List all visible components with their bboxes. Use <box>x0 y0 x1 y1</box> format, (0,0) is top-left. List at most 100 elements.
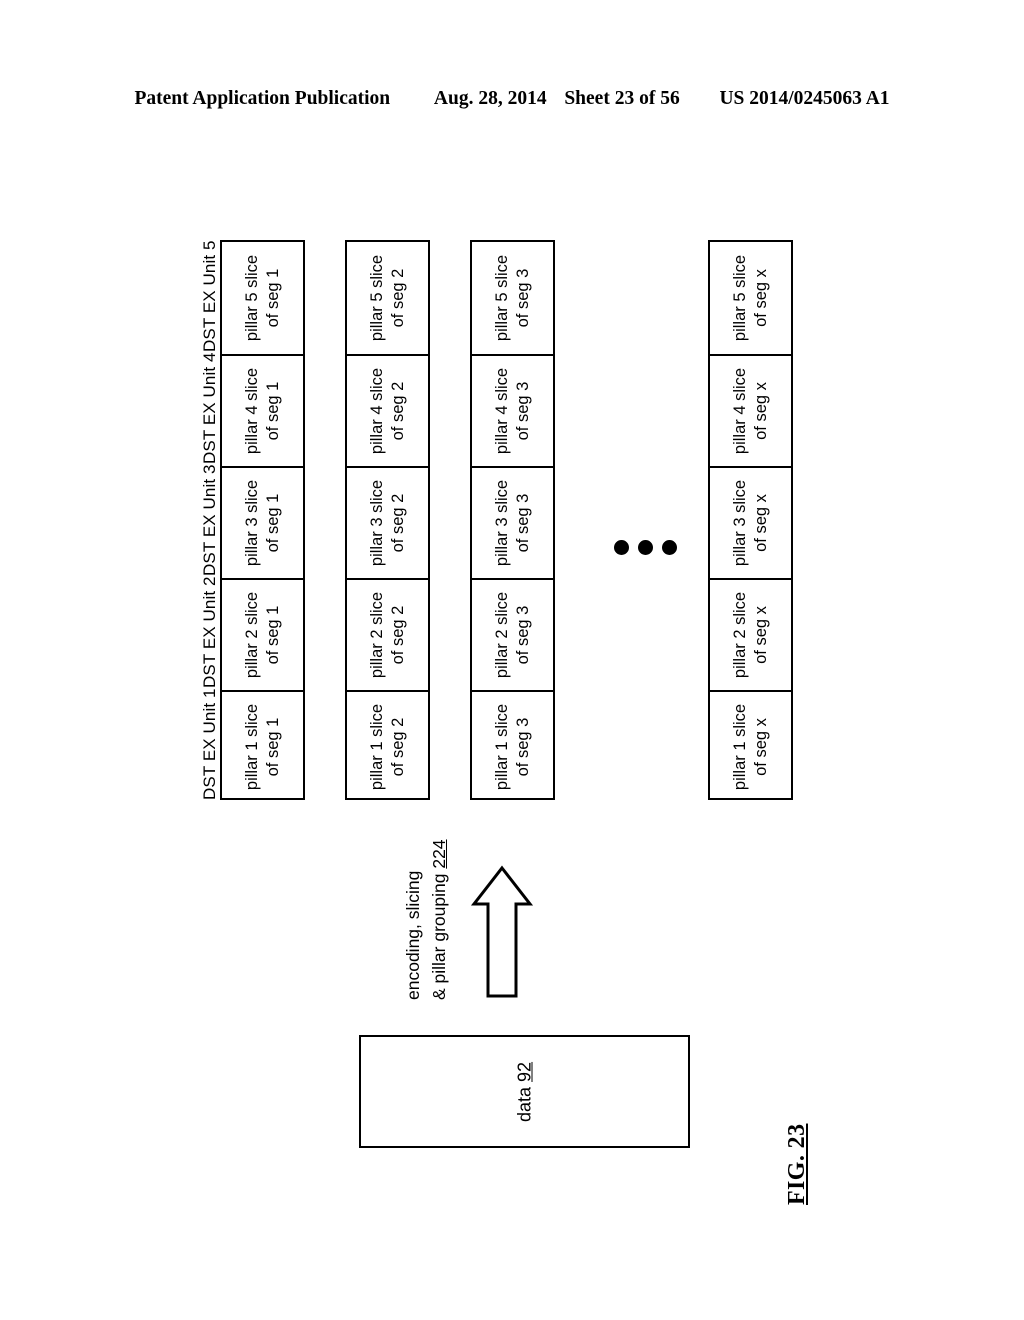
slice-line-2: of seg 2 <box>388 381 407 441</box>
slice-line-1: pillar 4 slice <box>242 367 261 455</box>
unit-label-4: DST EX Unit 4 <box>200 352 219 464</box>
slice-cell: pillar 3 slice of seg x <box>710 466 791 578</box>
ellipsis-dot <box>638 540 653 555</box>
slice-line-1: pillar 4 slice <box>730 367 749 455</box>
slice-cell-text: pillar 4 slice of seg 3 <box>492 368 534 454</box>
slice-line-1: pillar 1 slice <box>242 703 261 791</box>
slice-cell: pillar 3 slice of seg 2 <box>347 466 428 578</box>
slice-cell-text: pillar 3 slice of seg 1 <box>242 480 284 566</box>
slice-cell-text: pillar 4 slice of seg x <box>730 368 772 454</box>
slice-line-1: pillar 1 slice <box>730 703 749 791</box>
slice-cell: pillar 1 slice of seg x <box>710 690 791 802</box>
encoding-process-label: encoding, slicing & pillar grouping 224 <box>400 839 452 1000</box>
slice-line-2: of seg x <box>751 269 770 327</box>
data-reference-number: 92 <box>514 1061 534 1082</box>
segment-column-seg-3: pillar 5 slice of seg 3 pillar 4 slice o… <box>470 240 555 800</box>
ellipsis-dot <box>662 540 677 555</box>
slice-line-1: pillar 3 slice <box>367 479 386 567</box>
ellipsis-dot <box>614 540 629 555</box>
slice-cell: pillar 5 slice of seg x <box>710 242 791 354</box>
slice-cell-text: pillar 2 slice of seg 3 <box>492 592 534 678</box>
encoding-reference-number: 224 <box>429 839 449 869</box>
slice-line-2: of seg x <box>751 494 770 552</box>
slice-cell: pillar 2 slice of seg 2 <box>347 578 428 690</box>
slice-line-2: of seg 1 <box>263 268 282 328</box>
slice-cell-text: pillar 4 slice of seg 2 <box>367 368 409 454</box>
slice-line-2: of seg 3 <box>513 717 532 777</box>
slice-line-2: of seg 1 <box>263 381 282 441</box>
slice-line-1: pillar 5 slice <box>730 254 749 342</box>
slice-line-2: of seg x <box>751 718 770 776</box>
slice-line-2: of seg 3 <box>513 605 532 665</box>
data-block: data 92 <box>359 1035 690 1148</box>
slice-cell: pillar 4 slice of seg 2 <box>347 354 428 466</box>
slice-line-1: pillar 5 slice <box>367 254 386 342</box>
slice-line-1: pillar 5 slice <box>242 254 261 342</box>
slice-cell: pillar 4 slice of seg 3 <box>472 354 553 466</box>
slice-line-1: pillar 2 slice <box>730 591 749 679</box>
slice-cell: pillar 4 slice of seg x <box>710 354 791 466</box>
slice-cell-text: pillar 3 slice of seg 2 <box>367 480 409 566</box>
segment-column-seg-1: pillar 5 slice of seg 1 pillar 4 slice o… <box>220 240 305 800</box>
slice-cell: pillar 4 slice of seg 1 <box>222 354 303 466</box>
segment-column-seg-2: pillar 5 slice of seg 2 pillar 4 slice o… <box>345 240 430 800</box>
slice-line-2: of seg 1 <box>263 717 282 777</box>
slice-cell-text: pillar 2 slice of seg 2 <box>367 592 409 678</box>
slice-cell: pillar 2 slice of seg 1 <box>222 578 303 690</box>
slice-line-2: of seg 3 <box>513 381 532 441</box>
slice-cell: pillar 5 slice of seg 1 <box>222 242 303 354</box>
slice-line-1: pillar 2 slice <box>367 591 386 679</box>
slice-line-2: of seg 2 <box>388 268 407 328</box>
slice-line-1: pillar 3 slice <box>730 479 749 567</box>
slice-cell-text: pillar 1 slice of seg 3 <box>492 704 534 790</box>
slice-cell: pillar 1 slice of seg 3 <box>472 690 553 802</box>
slice-cell-text: pillar 5 slice of seg 3 <box>492 255 534 341</box>
slice-cell-text: pillar 1 slice of seg 2 <box>367 704 409 790</box>
slice-cell-text: pillar 1 slice of seg 1 <box>242 704 284 790</box>
slice-line-1: pillar 5 slice <box>492 254 511 342</box>
slice-cell: pillar 5 slice of seg 3 <box>472 242 553 354</box>
unit-label-5: DST EX Unit 5 <box>200 240 219 352</box>
slice-cell-text: pillar 2 slice of seg x <box>730 592 772 678</box>
data-label-text: data <box>514 1086 534 1122</box>
slice-line-1: pillar 4 slice <box>367 367 386 455</box>
slice-line-2: of seg x <box>751 382 770 440</box>
encoding-line-1: encoding, slicing <box>403 870 423 1000</box>
slice-cell-text: pillar 1 slice of seg x <box>730 704 772 790</box>
slice-line-2: of seg 1 <box>263 605 282 665</box>
slice-cell-text: pillar 3 slice of seg 3 <box>492 480 534 566</box>
unit-label-3: DST EX Unit 3 <box>200 464 219 576</box>
slice-line-1: pillar 2 slice <box>492 591 511 679</box>
encoding-arrow-icon <box>470 865 534 998</box>
slice-cell: pillar 2 slice of seg 3 <box>472 578 553 690</box>
slice-cell-text: pillar 3 slice of seg x <box>730 480 772 566</box>
slice-line-2: of seg 2 <box>388 717 407 777</box>
unit-label-1: DST EX Unit 1 <box>200 688 219 800</box>
unit-label-2: DST EX Unit 2 <box>200 576 219 688</box>
slice-line-1: pillar 4 slice <box>492 367 511 455</box>
slice-cell-text: pillar 5 slice of seg x <box>730 255 772 341</box>
slice-cell: pillar 1 slice of seg 2 <box>347 690 428 802</box>
ellipsis-dots <box>614 540 677 555</box>
slice-line-1: pillar 1 slice <box>367 703 386 791</box>
slice-line-2: of seg x <box>751 606 770 664</box>
figure-diagram: DST EX Unit 1 DST EX Unit 2 DST EX Unit … <box>0 0 1024 1320</box>
segment-column-seg-x: pillar 5 slice of seg x pillar 4 slice o… <box>708 240 793 800</box>
slice-line-2: of seg 2 <box>388 605 407 665</box>
slice-cell-text: pillar 4 slice of seg 1 <box>242 368 284 454</box>
slice-cell: pillar 2 slice of seg x <box>710 578 791 690</box>
data-block-label: data 92 <box>514 1061 535 1121</box>
slice-line-1: pillar 3 slice <box>242 479 261 567</box>
slice-line-2: of seg 3 <box>513 493 532 553</box>
slice-cell-text: pillar 2 slice of seg 1 <box>242 592 284 678</box>
slice-line-1: pillar 1 slice <box>492 703 511 791</box>
slice-cell: pillar 5 slice of seg 2 <box>347 242 428 354</box>
encoding-line-2: & pillar grouping <box>429 873 449 1000</box>
slice-line-2: of seg 1 <box>263 493 282 553</box>
slice-cell-text: pillar 5 slice of seg 1 <box>242 255 284 341</box>
slice-line-1: pillar 3 slice <box>492 479 511 567</box>
figure-number-label: FIG. 23 <box>784 1123 810 1205</box>
slice-cell-text: pillar 5 slice of seg 2 <box>367 255 409 341</box>
slice-line-2: of seg 3 <box>513 268 532 328</box>
slice-line-1: pillar 2 slice <box>242 591 261 679</box>
